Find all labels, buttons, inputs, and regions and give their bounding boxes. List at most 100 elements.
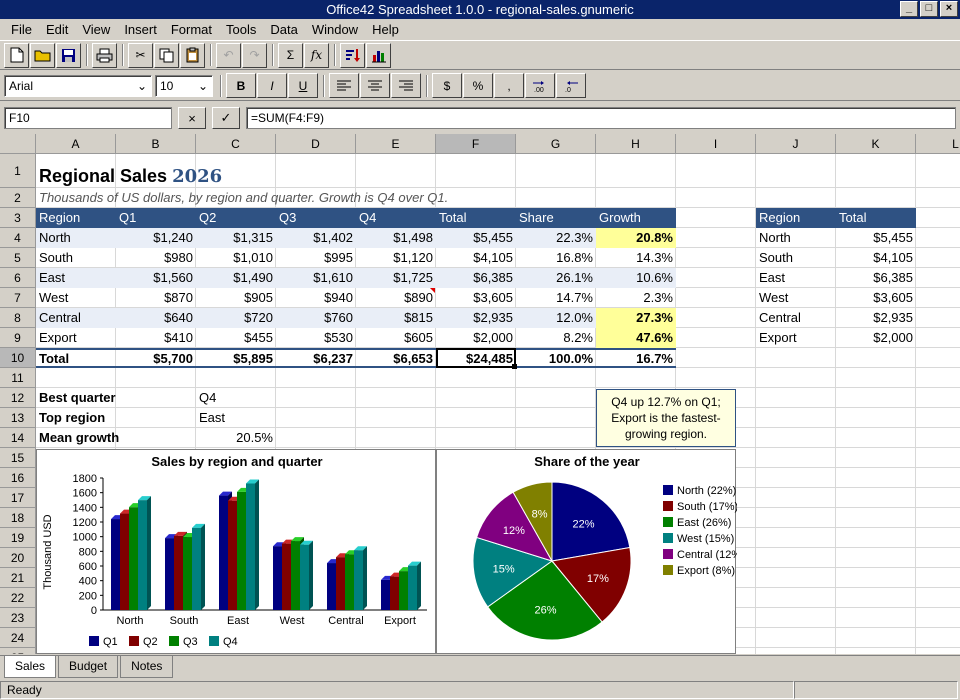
cancel-edit-button[interactable]: × xyxy=(178,107,206,129)
row-header-16[interactable]: 16 xyxy=(0,468,36,488)
table-cell[interactable]: South xyxy=(36,248,116,268)
side-cell[interactable]: North xyxy=(756,228,836,248)
row-header-5[interactable]: 5 xyxy=(0,248,36,268)
side-cell[interactable]: $5,455 xyxy=(836,228,916,248)
column-header-h[interactable]: H xyxy=(596,134,676,154)
table-cell[interactable]: 14.3% xyxy=(596,248,676,268)
table-cell[interactable]: $1,560 xyxy=(116,268,196,288)
row-header-8[interactable]: 8 xyxy=(0,308,36,328)
table-cell[interactable]: $1,610 xyxy=(276,268,356,288)
table-cell[interactable]: $995 xyxy=(276,248,356,268)
table-cell[interactable]: $640 xyxy=(116,308,196,328)
percent-format-button[interactable]: % xyxy=(463,73,493,98)
decrease-decimals-icon[interactable]: .0 xyxy=(556,73,586,98)
table-cell[interactable]: $455 xyxy=(196,328,276,348)
column-header-i[interactable]: I xyxy=(676,134,756,154)
fill-handle[interactable] xyxy=(512,364,517,369)
formula-input[interactable]: =SUM(F4:F9) xyxy=(246,107,956,129)
table-cell[interactable]: $530 xyxy=(276,328,356,348)
summary-label[interactable]: Mean growth xyxy=(36,428,119,448)
row-header-9[interactable]: 9 xyxy=(0,328,36,348)
column-header-b[interactable]: B xyxy=(116,134,196,154)
paste-icon[interactable] xyxy=(180,42,205,68)
sum-icon[interactable]: Σ xyxy=(278,42,303,68)
menu-tools[interactable]: Tools xyxy=(219,22,263,37)
column-header-e[interactable]: E xyxy=(356,134,436,154)
total-cell[interactable]: $6,653 xyxy=(356,348,436,368)
row-header-6[interactable]: 6 xyxy=(0,268,36,288)
table-cell[interactable]: 14.7% xyxy=(516,288,596,308)
cut-icon[interactable]: ✂ xyxy=(128,42,153,68)
table-header-share[interactable]: Share xyxy=(516,208,596,228)
select-all-corner[interactable] xyxy=(0,134,36,154)
side-header-total[interactable]: Total xyxy=(836,208,916,228)
table-cell[interactable]: Central xyxy=(36,308,116,328)
menu-window[interactable]: Window xyxy=(305,22,365,37)
column-header-d[interactable]: D xyxy=(276,134,356,154)
table-cell[interactable]: 16.8% xyxy=(516,248,596,268)
table-cell[interactable]: $410 xyxy=(116,328,196,348)
table-cell[interactable]: $940 xyxy=(276,288,356,308)
italic-button[interactable]: I xyxy=(257,73,287,98)
table-cell[interactable]: $720 xyxy=(196,308,276,328)
total-cell[interactable]: 100.0% xyxy=(516,348,596,368)
function-icon[interactable]: fx xyxy=(304,42,329,68)
row-header-20[interactable]: 20 xyxy=(0,548,36,568)
minimize-button[interactable]: _ xyxy=(900,1,918,17)
table-cell[interactable]: 47.6% xyxy=(596,328,676,348)
save-icon[interactable] xyxy=(56,42,81,68)
close-button[interactable]: × xyxy=(940,1,958,17)
table-cell[interactable]: $1,120 xyxy=(356,248,436,268)
row-header-23[interactable]: 23 xyxy=(0,608,36,628)
menu-file[interactable]: File xyxy=(4,22,39,37)
table-cell[interactable]: $1,240 xyxy=(116,228,196,248)
menu-help[interactable]: Help xyxy=(365,22,406,37)
selected-cell-f10[interactable] xyxy=(436,348,516,368)
side-cell[interactable]: $4,105 xyxy=(836,248,916,268)
side-header-region[interactable]: Region xyxy=(756,208,836,228)
table-cell[interactable]: $1,725 xyxy=(356,268,436,288)
increase-decimals-icon[interactable]: .00 xyxy=(525,73,555,98)
table-cell[interactable]: $1,498 xyxy=(356,228,436,248)
print-icon[interactable] xyxy=(92,42,117,68)
menu-data[interactable]: Data xyxy=(263,22,304,37)
row-header-7[interactable]: 7 xyxy=(0,288,36,308)
row-header-2[interactable]: 2 xyxy=(0,188,36,208)
table-header-q3[interactable]: Q3 xyxy=(276,208,356,228)
column-header-k[interactable]: K xyxy=(836,134,916,154)
side-cell[interactable]: $3,605 xyxy=(836,288,916,308)
table-cell[interactable]: $3,605 xyxy=(436,288,516,308)
total-cell[interactable]: $6,237 xyxy=(276,348,356,368)
column-header-j[interactable]: J xyxy=(756,134,836,154)
row-header-1[interactable]: 1 xyxy=(0,154,36,188)
sheet-title[interactable]: Regional Sales 2026 xyxy=(36,164,225,188)
table-cell[interactable]: $890 xyxy=(356,288,436,308)
table-header-region[interactable]: Region xyxy=(36,208,116,228)
row-header-12[interactable]: 12 xyxy=(0,388,36,408)
table-cell[interactable]: 27.3% xyxy=(596,308,676,328)
font-name-select[interactable]: Arial ⌄ xyxy=(4,74,152,97)
maximize-button[interactable]: □ xyxy=(920,1,938,17)
menu-view[interactable]: View xyxy=(75,22,117,37)
column-header-l[interactable]: L xyxy=(916,134,960,154)
table-header-total[interactable]: Total xyxy=(436,208,516,228)
total-cell[interactable]: $5,700 xyxy=(116,348,196,368)
summary-value[interactable]: Q4 xyxy=(196,388,276,408)
new-file-icon[interactable] xyxy=(4,42,29,68)
accept-edit-button[interactable]: ✓ xyxy=(212,107,240,129)
table-header-growth[interactable]: Growth xyxy=(596,208,676,228)
side-cell[interactable]: Central xyxy=(756,308,836,328)
table-cell[interactable]: North xyxy=(36,228,116,248)
align-center-icon[interactable] xyxy=(360,73,390,98)
pie-chart[interactable]: Share of the year 22% 17% 26% 15% 12% 8% North … xyxy=(436,449,745,654)
name-box[interactable]: F10 xyxy=(4,107,172,129)
table-header-q4[interactable]: Q4 xyxy=(356,208,436,228)
row-header-19[interactable]: 19 xyxy=(0,528,36,548)
open-folder-icon[interactable] xyxy=(30,42,55,68)
menu-edit[interactable]: Edit xyxy=(39,22,75,37)
row-header-25[interactable]: 25 xyxy=(0,648,36,654)
total-cell[interactable]: 16.7% xyxy=(596,348,676,368)
table-cell[interactable]: East xyxy=(36,268,116,288)
table-cell[interactable]: Export xyxy=(36,328,116,348)
summary-label[interactable]: Top region xyxy=(36,408,116,428)
